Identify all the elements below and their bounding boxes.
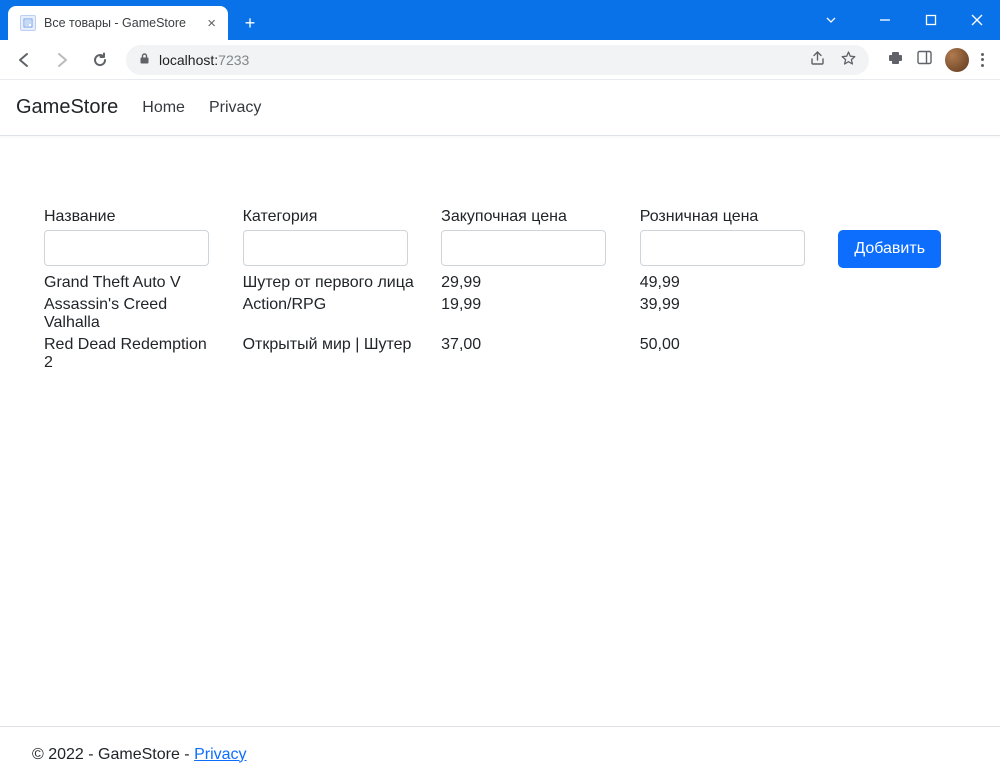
cell-wholesale: 37,00	[441, 334, 640, 374]
side-panel-icon[interactable]	[916, 49, 933, 71]
footer-text: © 2022 - GameStore -	[32, 746, 194, 763]
add-button[interactable]: Добавить	[838, 230, 941, 268]
table-row: Red Dead Redemption 2Открытый мир | Шуте…	[44, 334, 944, 374]
url-host: localhost:	[159, 52, 218, 68]
col-header-name: Название	[44, 208, 243, 230]
col-header-wholesale: Закупочная цена	[441, 208, 640, 230]
nav-link-home[interactable]: Home	[142, 99, 185, 117]
window-close-button[interactable]	[954, 4, 1000, 36]
address-bar[interactable]: localhost:7233	[126, 45, 869, 75]
browser-tab[interactable]: Все товары - GameStore ×	[8, 6, 228, 40]
profile-avatar[interactable]	[945, 48, 969, 72]
cell-name: Grand Theft Auto V	[44, 272, 243, 294]
url-port: 7233	[218, 52, 249, 68]
forward-button	[46, 44, 78, 76]
reload-button[interactable]	[84, 44, 116, 76]
name-input[interactable]	[44, 230, 209, 266]
col-header-retail: Розничная цена	[640, 208, 839, 230]
page-footer: © 2022 - GameStore - Privacy	[0, 726, 1000, 782]
table-row: Assassin's Creed ValhallaAction/RPG19,99…	[44, 294, 944, 334]
cell-category: Открытый мир | Шутер	[243, 334, 442, 374]
products-table: Название Категория Закупочная цена Розни…	[44, 208, 944, 374]
share-icon[interactable]	[809, 50, 826, 70]
brand-label[interactable]: GameStore	[16, 96, 118, 119]
app-navbar: GameStore Home Privacy	[0, 80, 1000, 136]
kebab-menu-icon[interactable]	[981, 53, 984, 67]
cell-retail: 49,99	[640, 272, 839, 294]
cell-name: Red Dead Redemption 2	[44, 334, 243, 374]
lock-icon	[138, 52, 151, 68]
nav-link-privacy[interactable]: Privacy	[209, 99, 261, 117]
retail-input[interactable]	[640, 230, 805, 266]
favicon-icon	[20, 15, 36, 31]
new-tab-button[interactable]: +	[236, 9, 264, 37]
footer-privacy-link[interactable]: Privacy	[194, 746, 246, 763]
cell-wholesale: 19,99	[441, 294, 640, 334]
back-button[interactable]	[8, 44, 40, 76]
cell-wholesale: 29,99	[441, 272, 640, 294]
cell-retail: 50,00	[640, 334, 839, 374]
cell-retail: 39,99	[640, 294, 839, 334]
browser-toolbar: localhost:7233	[0, 40, 1000, 80]
page-content: Название Категория Закупочная цена Розни…	[0, 136, 1000, 726]
table-row: Grand Theft Auto VШутер от первого лица2…	[44, 272, 944, 294]
wholesale-input[interactable]	[441, 230, 606, 266]
tab-title: Все товары - GameStore	[44, 16, 186, 30]
cell-name: Assassin's Creed Valhalla	[44, 294, 243, 334]
category-input[interactable]	[243, 230, 408, 266]
cell-category: Шутер от первого лица	[243, 272, 442, 294]
chevron-down-icon[interactable]	[808, 4, 854, 36]
window-maximize-button[interactable]	[908, 4, 954, 36]
bookmark-star-icon[interactable]	[840, 50, 857, 70]
col-header-category: Категория	[243, 208, 442, 230]
window-minimize-button[interactable]	[862, 4, 908, 36]
window-titlebar: Все товары - GameStore × +	[0, 0, 1000, 40]
tab-close-icon[interactable]: ×	[207, 16, 216, 31]
extensions-icon[interactable]	[887, 49, 904, 71]
cell-category: Action/RPG	[243, 294, 442, 334]
